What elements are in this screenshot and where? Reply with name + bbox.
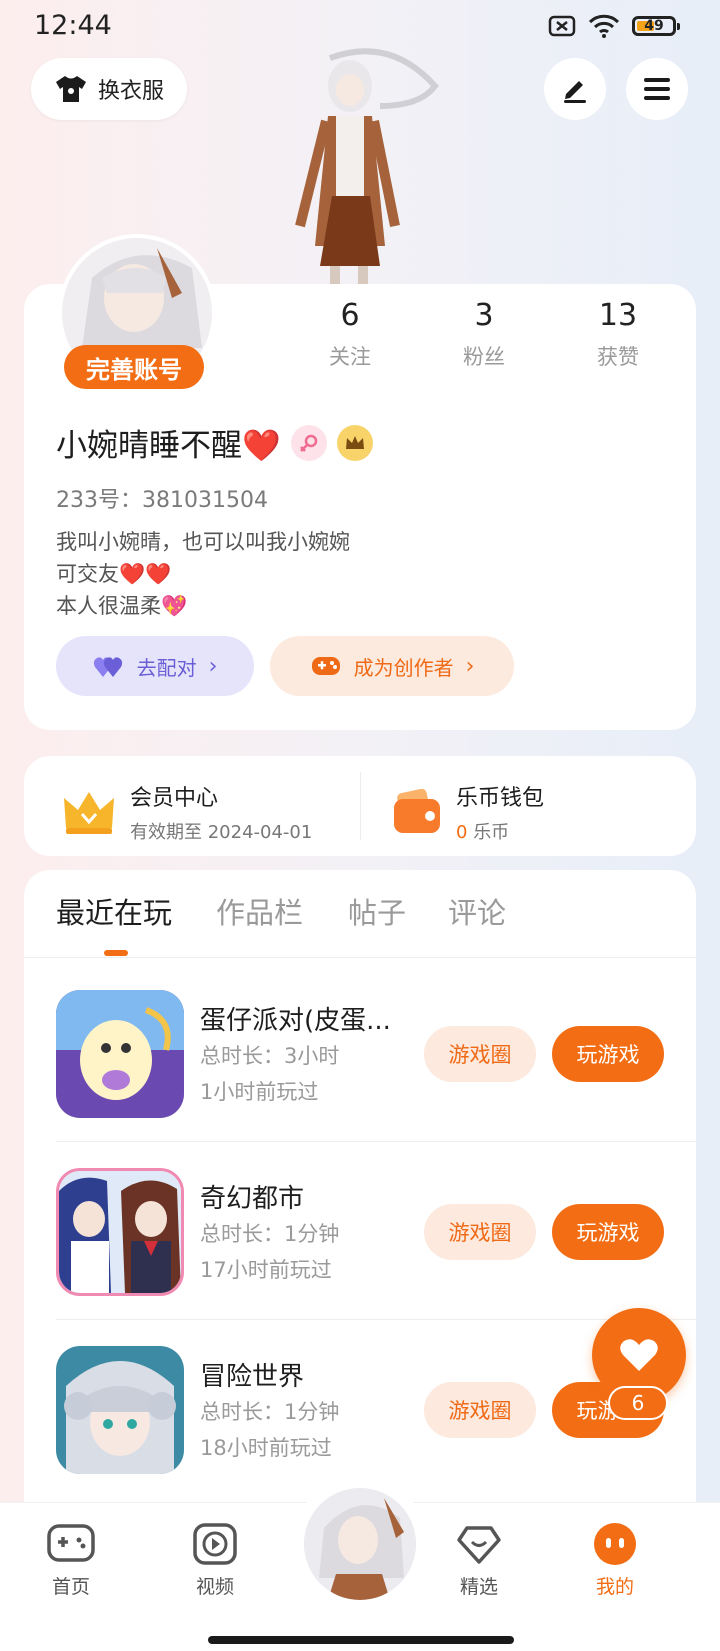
nav-character-avatar[interactable] (304, 1488, 416, 1600)
wallet-amount: 0 (456, 822, 468, 843)
nav-video-label: 视频 (195, 1576, 234, 1598)
game-icon[interactable] (56, 1346, 184, 1474)
change-outfit-label: 换衣服 (97, 79, 164, 104)
like-count-badge: 6 (608, 1386, 668, 1420)
avatar-character-figure[interactable] (270, 46, 450, 286)
member-center-title: 会员中心 (130, 786, 219, 811)
menu-icon (644, 78, 670, 100)
menu-button[interactable] (626, 58, 688, 120)
status-time: 12:44 (34, 10, 112, 41)
gamepad-icon (47, 1524, 95, 1562)
bio: 我叫小婉晴，也可以叫我小婉婉 可交友❤️❤️ 本人很温柔💖 (56, 526, 350, 622)
following-label: 关注 (329, 345, 371, 369)
game-icon[interactable] (56, 990, 184, 1118)
tab-recently-played[interactable]: 最近在玩 (56, 890, 172, 932)
hearts-icon (93, 657, 122, 677)
crown-icon (64, 792, 114, 834)
coin-wallet[interactable]: 乐币钱包 0 乐币 (392, 780, 544, 844)
member-center[interactable]: 会员中心 有效期至 2024-04-01 (62, 780, 312, 844)
game-title[interactable]: 奇幻都市 (200, 1178, 410, 1215)
active-tab-indicator (104, 950, 128, 956)
likes-label: 获赞 (597, 345, 639, 369)
game-duration: 总时长：3小时 (200, 1044, 340, 1068)
sim-off-icon (548, 15, 576, 37)
bio-line: 我叫小婉晴，也可以叫我小婉婉 (56, 530, 350, 554)
game-title[interactable]: 冒险世界 (200, 1356, 410, 1393)
game-last-played: 18小时前玩过 (200, 1436, 332, 1460)
likes-count: 13 (598, 298, 638, 333)
nav-home[interactable]: 首页 (26, 1522, 116, 1599)
battery-level: 49 (644, 18, 664, 34)
complete-account-badge[interactable]: 完善账号 (64, 345, 204, 389)
home-indicator (208, 1636, 514, 1644)
game-last-played: 17小时前玩过 (200, 1258, 332, 1282)
game-icon[interactable] (56, 1168, 184, 1296)
nav-featured-label: 精选 (459, 1576, 498, 1598)
followers-count: 3 (474, 298, 494, 333)
bio-line: 可交友❤️❤️ (56, 562, 172, 586)
divider (56, 1141, 696, 1142)
nav-mine[interactable]: 我的 (570, 1522, 660, 1599)
tab-comments[interactable]: 评论 (448, 890, 506, 932)
username-row: 小婉晴睡不醒❤️ (56, 420, 373, 465)
chevron-right-icon: › (465, 653, 475, 679)
game-circle-button[interactable]: 游戏圈 (424, 1382, 536, 1438)
game-duration: 总时长：1分钟 (200, 1222, 340, 1246)
play-game-button[interactable]: 玩游戏 (552, 1204, 664, 1260)
face-icon (594, 1523, 636, 1565)
bio-line: 本人很温柔💖 (56, 594, 188, 618)
wallet-title: 乐币钱包 (456, 786, 545, 811)
username: 小婉晴睡不醒❤️ (56, 428, 281, 464)
followers-label: 粉丝 (463, 345, 505, 369)
game-duration: 总时长：1分钟 (200, 1400, 340, 1424)
play-icon (193, 1523, 237, 1565)
nav-video[interactable]: 视频 (170, 1522, 260, 1599)
heart-diamond-icon (457, 1526, 501, 1564)
member-expiry: 有效期至 2024-04-01 (130, 822, 313, 843)
nav-featured[interactable]: 精选 (434, 1522, 524, 1599)
following-count: 6 (340, 298, 360, 333)
game-circle-button[interactable]: 游戏圈 (424, 1204, 536, 1260)
pen-icon (564, 81, 586, 103)
heart-icon (620, 1339, 658, 1371)
game-circle-button[interactable]: 游戏圈 (424, 1026, 536, 1082)
stat-likes[interactable]: 13 获赞 (558, 298, 678, 371)
become-creator-button[interactable]: 成为创作者 › (270, 636, 514, 696)
game-title[interactable]: 蛋仔派对(皮蛋... (200, 1000, 410, 1037)
status-icons: 49 (548, 14, 680, 38)
game-last-played: 1小时前玩过 (200, 1080, 319, 1104)
wifi-icon (588, 14, 620, 38)
battery-icon: 49 (632, 16, 680, 36)
play-game-button[interactable]: 玩游戏 (552, 1026, 664, 1082)
stat-followers[interactable]: 3 粉丝 (424, 298, 544, 371)
user-id: 233号：381031504 (56, 488, 268, 513)
nav-home-label: 首页 (51, 1576, 90, 1598)
gamepad-icon (311, 657, 340, 675)
wallet-icon (394, 789, 440, 833)
nav-mine-label: 我的 (595, 1576, 634, 1598)
tab-posts[interactable]: 帖子 (348, 890, 406, 932)
match-button[interactable]: 去配对 › (56, 636, 254, 696)
wallet-unit: 乐币 (473, 822, 510, 843)
divider (24, 957, 696, 958)
shirt-icon (55, 76, 86, 102)
become-creator-label: 成为创作者 (353, 655, 454, 680)
tab-works[interactable]: 作品栏 (216, 890, 303, 932)
divider (360, 772, 361, 840)
female-icon (290, 424, 327, 461)
crown-badge-icon[interactable] (336, 424, 373, 461)
divider (56, 1319, 696, 1320)
edit-profile-button[interactable] (544, 58, 606, 120)
stat-following[interactable]: 6 关注 (290, 298, 410, 371)
chevron-right-icon: › (208, 653, 218, 679)
change-outfit-button[interactable]: 换衣服 (31, 58, 187, 120)
match-label: 去配对 (136, 655, 197, 680)
